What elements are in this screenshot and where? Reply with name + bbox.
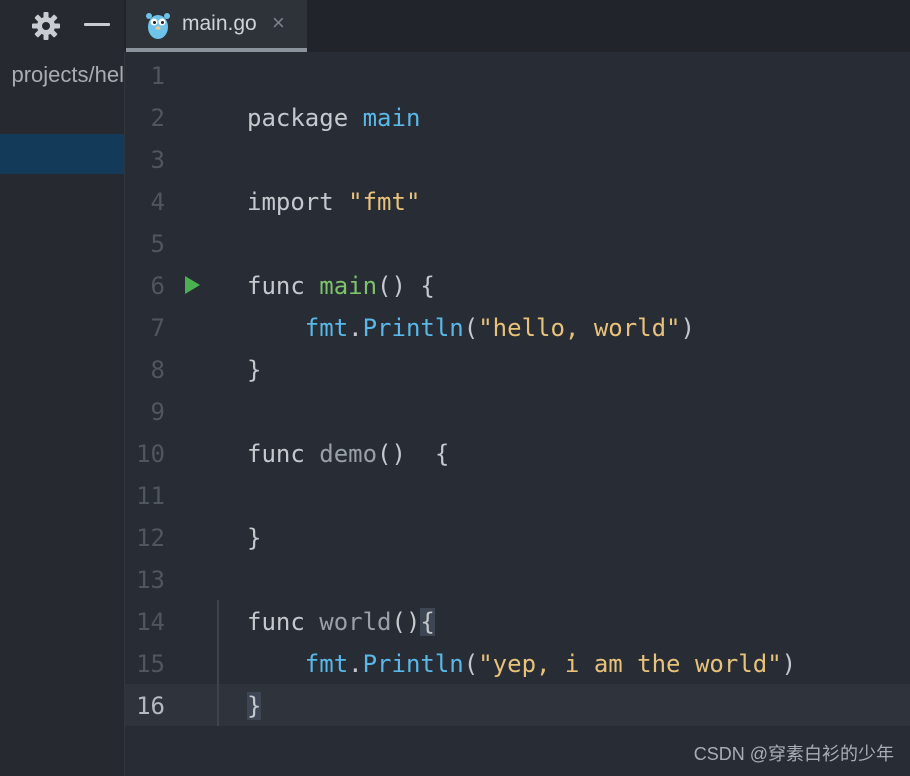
tab-label: main.go bbox=[182, 12, 257, 35]
code-token: package bbox=[247, 104, 363, 132]
close-icon[interactable]: × bbox=[272, 10, 285, 36]
code-token: "fmt" bbox=[348, 188, 421, 216]
code-line[interactable]: 2 package main bbox=[125, 97, 910, 139]
line-number: 8 bbox=[150, 356, 165, 384]
code-token: ( bbox=[463, 650, 479, 678]
tab-main-go[interactable]: main.go × bbox=[126, 0, 307, 52]
code-token: } bbox=[247, 524, 262, 552]
sidebar-selected-item[interactable] bbox=[0, 134, 124, 174]
line-number: 6 bbox=[150, 272, 165, 300]
code-text: func main() { bbox=[247, 265, 435, 307]
code-line[interactable]: 1 bbox=[125, 55, 910, 97]
code-line[interactable]: 4 import "fmt" bbox=[125, 181, 910, 223]
line-number: 4 bbox=[150, 188, 165, 216]
code-token: "yep, i am the world" bbox=[478, 650, 782, 678]
code-line[interactable]: 8} bbox=[125, 349, 910, 391]
code-token: Println bbox=[362, 314, 464, 342]
code-line[interactable]: 7 fmt.Println("hello, world") bbox=[125, 307, 910, 349]
code-text: } bbox=[247, 517, 261, 559]
line-number: 15 bbox=[136, 650, 165, 678]
code-text: } bbox=[247, 349, 261, 391]
run-icon[interactable] bbox=[185, 276, 200, 294]
line-number: 5 bbox=[150, 230, 165, 258]
code-text: fmt.Println("yep, i am the world") bbox=[247, 643, 796, 685]
sidebar-project-path[interactable]: projects/hel bbox=[11, 62, 124, 88]
line-number: 14 bbox=[136, 608, 165, 636]
code-text: fmt.Println("hello, world") bbox=[247, 307, 695, 349]
code-token: { bbox=[420, 608, 435, 636]
project-toolbar bbox=[0, 0, 124, 52]
line-number: 10 bbox=[136, 440, 165, 468]
code-line[interactable]: 15 fmt.Println("yep, i am the world") bbox=[125, 643, 910, 685]
line-number: 13 bbox=[136, 566, 165, 594]
code-token: () { bbox=[377, 440, 450, 468]
code-text: import "fmt" bbox=[247, 181, 420, 223]
line-number: 16 bbox=[136, 692, 165, 720]
code-line[interactable]: 12} bbox=[125, 517, 910, 559]
go-gopher-icon bbox=[146, 13, 170, 39]
gear-icon[interactable] bbox=[30, 10, 62, 42]
code-token: ) bbox=[680, 314, 695, 342]
top-bar: main.go × bbox=[0, 0, 910, 52]
code-text: func demo() { bbox=[247, 433, 449, 475]
code-token: } bbox=[247, 356, 262, 384]
line-number: 2 bbox=[150, 104, 165, 132]
line-number: 1 bbox=[150, 62, 165, 90]
code-line[interactable]: 9 bbox=[125, 391, 910, 433]
line-number: 7 bbox=[150, 314, 165, 342]
line-number: 12 bbox=[136, 524, 165, 552]
code-line[interactable]: 16} bbox=[125, 685, 910, 727]
code-token: fmt bbox=[304, 650, 349, 678]
line-number: 9 bbox=[150, 398, 165, 426]
code-token: func bbox=[247, 440, 320, 468]
code-token: . bbox=[348, 314, 363, 342]
code-token: func bbox=[247, 272, 320, 300]
code-token: import bbox=[247, 188, 349, 216]
code-token: "hello, world" bbox=[478, 314, 681, 342]
code-line[interactable]: 10 func demo() { bbox=[125, 433, 910, 475]
code-token: } bbox=[247, 692, 262, 720]
code-token: func bbox=[247, 608, 320, 636]
code-line[interactable]: 6 func main() { bbox=[125, 265, 910, 307]
code-text: func world(){ bbox=[247, 601, 435, 643]
code-token: demo bbox=[319, 440, 378, 468]
code-line[interactable]: 5 bbox=[125, 223, 910, 265]
code-token: main bbox=[319, 272, 378, 300]
code-token: () { bbox=[377, 272, 435, 300]
project-sidebar: projects/hel bbox=[0, 52, 124, 776]
line-number: 3 bbox=[150, 146, 165, 174]
minimize-icon[interactable] bbox=[84, 23, 110, 26]
code-token: main bbox=[362, 104, 421, 132]
line-number: 11 bbox=[136, 482, 165, 510]
code-token: . bbox=[348, 650, 363, 678]
code-token: ) bbox=[781, 650, 797, 678]
code-text: package main bbox=[247, 97, 420, 139]
code-token: world bbox=[319, 608, 392, 636]
code-line[interactable]: 13 bbox=[125, 559, 910, 601]
code-token: ( bbox=[463, 314, 479, 342]
code-token: fmt bbox=[304, 314, 349, 342]
code-token: () bbox=[391, 608, 421, 636]
code-line[interactable]: 14 func world(){ bbox=[125, 601, 910, 643]
code-line[interactable]: 11 bbox=[125, 475, 910, 517]
watermark: CSDN @穿素白衫的少年 bbox=[693, 744, 894, 764]
code-line[interactable]: 3 bbox=[125, 139, 910, 181]
code-token: Println bbox=[362, 650, 464, 678]
code-text: } bbox=[247, 685, 262, 727]
